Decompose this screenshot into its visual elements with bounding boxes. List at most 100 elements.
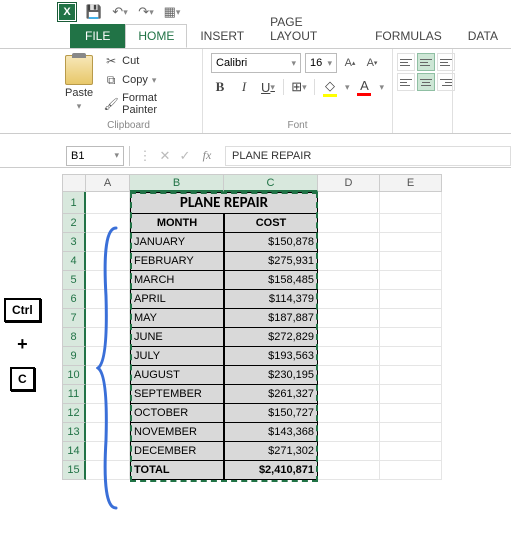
cell[interactable]	[380, 347, 442, 366]
cell[interactable]	[380, 192, 442, 214]
header-month[interactable]: MONTH	[130, 214, 224, 233]
cell-total-value[interactable]: $2,410,871	[224, 461, 318, 480]
cell-month[interactable]: JANUARY	[130, 233, 224, 252]
cell[interactable]	[380, 423, 442, 442]
cell-month[interactable]: MAY	[130, 309, 224, 328]
row-header[interactable]: 6	[62, 290, 86, 309]
col-header-e[interactable]: E	[380, 174, 442, 192]
fx-button[interactable]: fx	[195, 148, 219, 163]
underline-button[interactable]: U ▾	[259, 77, 277, 97]
cell[interactable]	[380, 461, 442, 480]
cell[interactable]	[380, 328, 442, 347]
cell-total-label[interactable]: TOTAL	[130, 461, 224, 480]
title-cell[interactable]: PLANE REPAIR	[130, 192, 318, 214]
select-all-corner[interactable]	[62, 174, 86, 192]
cell-cost[interactable]: $187,887	[224, 309, 318, 328]
cell-cost[interactable]: $150,727	[224, 404, 318, 423]
format-painter-button[interactable]: 🖌Format Painter	[101, 91, 194, 117]
cell[interactable]	[380, 309, 442, 328]
tab-file[interactable]: FILE	[70, 24, 125, 48]
align-middle-button[interactable]	[417, 53, 435, 71]
align-right-button[interactable]	[437, 73, 455, 91]
cell[interactable]	[318, 442, 380, 461]
cell[interactable]	[380, 404, 442, 423]
tab-formulas[interactable]: FORMULAS	[362, 24, 455, 48]
cell-cost[interactable]: $114,379	[224, 290, 318, 309]
cancel-formula-button[interactable]: ✕	[155, 146, 175, 166]
font-name-dropdown[interactable]: Calibri▾	[211, 53, 301, 73]
cell-month[interactable]: OCTOBER	[130, 404, 224, 423]
tab-data[interactable]: DATA	[455, 24, 511, 48]
fill-color-button[interactable]: ◇	[321, 77, 339, 97]
row-header[interactable]: 10	[62, 366, 86, 385]
row-header[interactable]: 2	[62, 214, 86, 233]
redo-icon[interactable]: ↷ ▾	[137, 3, 155, 21]
row-header[interactable]: 4	[62, 252, 86, 271]
increase-font-button[interactable]: A▴	[341, 54, 359, 72]
cell-month[interactable]: JULY	[130, 347, 224, 366]
cell[interactable]	[318, 309, 380, 328]
font-color-button[interactable]: A	[355, 77, 373, 97]
row-header[interactable]: 5	[62, 271, 86, 290]
row-header[interactable]: 7	[62, 309, 86, 328]
bold-button[interactable]: B	[211, 77, 229, 97]
cell-month[interactable]: DECEMBER	[130, 442, 224, 461]
cell[interactable]	[380, 252, 442, 271]
cell[interactable]	[318, 423, 380, 442]
tab-home[interactable]: HOME	[125, 24, 187, 48]
formula-input[interactable]: PLANE REPAIR	[225, 146, 511, 166]
borders-button[interactable]: ⊞ ▾	[290, 77, 308, 97]
row-header[interactable]: 12	[62, 404, 86, 423]
col-header-c[interactable]: C	[224, 174, 318, 192]
cut-button[interactable]: ✂Cut	[101, 53, 194, 69]
cell-month[interactable]: AUGUST	[130, 366, 224, 385]
cell[interactable]	[380, 366, 442, 385]
col-header-a[interactable]: A	[86, 174, 130, 192]
tab-insert[interactable]: INSERT	[187, 24, 257, 48]
row-header[interactable]: 8	[62, 328, 86, 347]
save-icon[interactable]: 💾	[85, 3, 103, 21]
cell-month[interactable]: NOVEMBER	[130, 423, 224, 442]
formula-dots-icon[interactable]: ⋮	[135, 146, 155, 166]
align-center-button[interactable]	[417, 73, 435, 91]
name-box[interactable]: B1▾	[66, 146, 124, 166]
font-size-dropdown[interactable]: 16▾	[305, 53, 337, 73]
cell-cost[interactable]: $271,302	[224, 442, 318, 461]
cell-cost[interactable]: $158,485	[224, 271, 318, 290]
enter-formula-button[interactable]: ✓	[175, 146, 195, 166]
cell-cost[interactable]: $272,829	[224, 328, 318, 347]
cell[interactable]	[86, 192, 130, 214]
cell[interactable]	[380, 214, 442, 233]
cell[interactable]	[380, 271, 442, 290]
cell-month[interactable]: JUNE	[130, 328, 224, 347]
cell-month[interactable]: APRIL	[130, 290, 224, 309]
customize-icon[interactable]: ▦▾	[163, 3, 181, 21]
cell[interactable]	[318, 290, 380, 309]
cell[interactable]	[318, 252, 380, 271]
cell-cost[interactable]: $230,195	[224, 366, 318, 385]
col-header-d[interactable]: D	[318, 174, 380, 192]
italic-button[interactable]: I	[235, 77, 253, 97]
cell[interactable]	[318, 192, 380, 214]
align-left-button[interactable]	[397, 73, 415, 91]
cell[interactable]	[318, 404, 380, 423]
decrease-font-button[interactable]: A▾	[363, 54, 381, 72]
header-cost[interactable]: COST	[224, 214, 318, 233]
row-header[interactable]: 14	[62, 442, 86, 461]
cell[interactable]	[318, 461, 380, 480]
col-header-b[interactable]: B	[130, 174, 224, 192]
cell-month[interactable]: FEBRUARY	[130, 252, 224, 271]
row-header[interactable]: 9	[62, 347, 86, 366]
cell[interactable]	[380, 233, 442, 252]
cell-cost[interactable]: $193,563	[224, 347, 318, 366]
cell-cost[interactable]: $143,368	[224, 423, 318, 442]
cell[interactable]	[318, 271, 380, 290]
copy-button[interactable]: ⧉Copy ▾	[101, 72, 194, 88]
cell[interactable]	[318, 233, 380, 252]
cell-cost[interactable]: $275,931	[224, 252, 318, 271]
row-header[interactable]: 11	[62, 385, 86, 404]
undo-icon[interactable]: ↶ ▾	[111, 3, 129, 21]
row-header[interactable]: 15	[62, 461, 86, 480]
row-header[interactable]: 1	[62, 192, 86, 214]
cell[interactable]	[318, 385, 380, 404]
